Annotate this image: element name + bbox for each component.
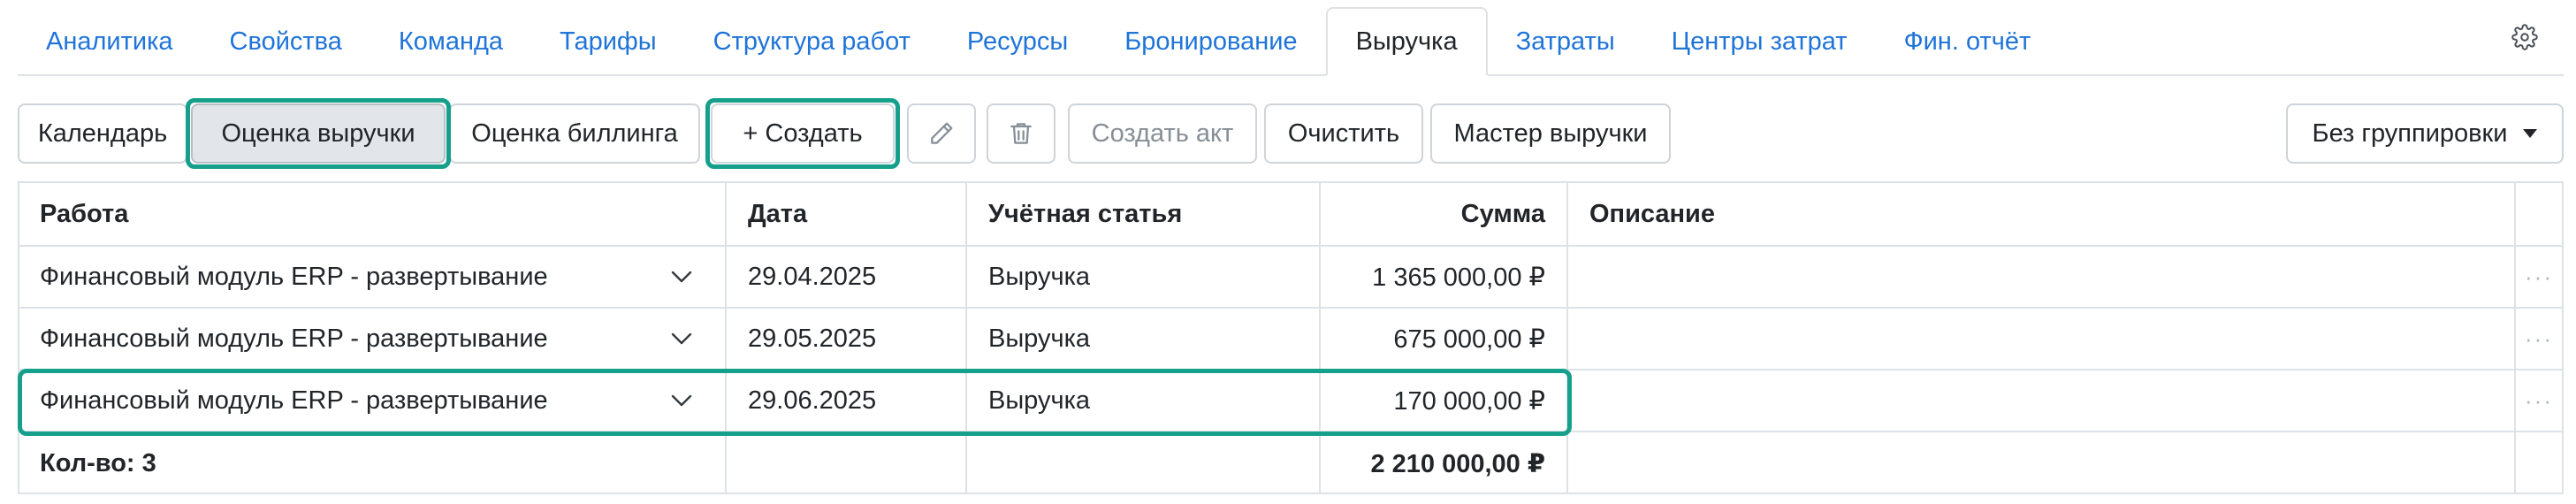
footer-empty-date [727,432,967,494]
chevron-down-icon[interactable] [670,392,693,409]
article-cell[interactable]: Выручка [967,309,1321,369]
clear-button[interactable]: Очистить [1264,103,1423,164]
billing-estimate-button[interactable]: Оценка биллинга [449,103,700,164]
chevron-down-icon[interactable] [670,268,693,286]
tab-properties[interactable]: Свойства [202,9,370,74]
work-cell[interactable]: Финансовый модуль ERP - развертывание [19,247,727,307]
calendar-button[interactable]: Календарь [18,103,187,164]
column-header-work[interactable]: Работа [19,183,727,245]
table-row[interactable]: Финансовый модуль ERP - развертывание 29… [19,309,2562,370]
tab-analytics[interactable]: Аналитика [18,9,202,74]
revenue-wizard-button[interactable]: Мастер выручки [1430,103,1671,164]
edit-button[interactable] [907,103,976,164]
footer-empty-description [1568,432,2516,494]
article-cell[interactable]: Выручка [967,247,1321,307]
work-name: Финансовый модуль ERP - развертывание [40,324,548,353]
grouping-select[interactable]: Без группировки [2286,103,2564,164]
grouping-select-value: Без группировки [2312,118,2508,148]
gear-icon [2511,24,2538,50]
tab-booking[interactable]: Бронирование [1096,9,1325,74]
create-act-button[interactable]: Создать акт [1068,103,1257,164]
column-header-actions [2516,183,2562,245]
revenue-page: Аналитика Свойства Команда Тарифы Структ… [0,0,2576,504]
table-row[interactable]: Финансовый модуль ERP - развертывание 29… [19,247,2562,309]
amount-cell[interactable]: 675 000,00 ₽ [1321,309,1568,369]
amount-cell[interactable]: 1 365 000,00 ₽ [1321,247,1568,307]
tab-wbs[interactable]: Структура работ [685,9,939,74]
tab-revenue[interactable]: Выручка [1325,7,1488,76]
description-cell[interactable] [1568,370,2516,431]
article-cell[interactable]: Выручка [967,370,1321,431]
work-cell[interactable]: Финансовый модуль ERP - развертывание [19,370,727,431]
amount-cell[interactable]: 170 000,00 ₽ [1321,370,1568,431]
table-row[interactable]: Финансовый модуль ERP - развертывание 29… [19,370,2562,432]
tab-cost-centers[interactable]: Центры затрат [1643,9,1876,74]
chevron-down-icon[interactable] [670,330,693,347]
description-cell[interactable] [1568,309,2516,369]
caret-down-icon [2523,129,2538,138]
column-header-article[interactable]: Учётная статья [967,183,1321,245]
table-header: Работа Дата Учётная статья Сумма Описани… [19,183,2562,247]
tab-costs[interactable]: Затраты [1488,9,1643,74]
footer-empty-article [967,432,1321,494]
date-cell[interactable]: 29.06.2025 [727,370,967,431]
tab-bar: Аналитика Свойства Команда Тарифы Структ… [18,7,2564,76]
tab-rates[interactable]: Тарифы [531,9,685,74]
column-header-date[interactable]: Дата [727,183,967,245]
date-cell[interactable]: 29.05.2025 [727,309,967,369]
row-menu-button[interactable]: ··· [2516,247,2562,307]
revenue-estimate-button[interactable]: Оценка выручки [191,103,446,164]
pencil-icon [931,122,953,144]
more-icon: ··· [2525,386,2553,414]
tab-financial-report[interactable]: Фин. отчёт [1876,9,2060,74]
footer-empty-actions [2516,432,2562,494]
work-cell[interactable]: Финансовый модуль ERP - развертывание [19,309,727,369]
more-icon: ··· [2525,263,2553,290]
row-menu-button[interactable]: ··· [2516,370,2562,431]
column-header-description[interactable]: Описание [1568,183,2516,245]
description-cell[interactable] [1568,247,2516,307]
toolbar: Календарь Оценка выручки Оценка биллинга… [18,98,2564,169]
more-icon: ··· [2525,325,2553,352]
date-cell[interactable]: 29.04.2025 [727,247,967,307]
row-menu-button[interactable]: ··· [2516,309,2562,369]
delete-button[interactable] [987,103,1056,164]
work-name: Финансовый модуль ERP - развертывание [40,262,548,291]
create-button[interactable]: + Создать [711,103,895,164]
table-footer: Кол-во: 3 2 210 000,00 ₽ [19,432,2562,494]
revenue-table: Работа Дата Учётная статья Сумма Описани… [18,181,2564,494]
tab-team[interactable]: Команда [370,9,531,74]
tab-resources[interactable]: Ресурсы [939,9,1096,74]
column-header-amount[interactable]: Сумма [1321,183,1568,245]
settings-button[interactable] [2507,19,2542,55]
trash-icon [1010,123,1032,144]
work-name: Финансовый модуль ERP - развертывание [40,386,548,415]
total-amount: 2 210 000,00 ₽ [1321,432,1568,494]
row-count: Кол-во: 3 [19,432,727,494]
